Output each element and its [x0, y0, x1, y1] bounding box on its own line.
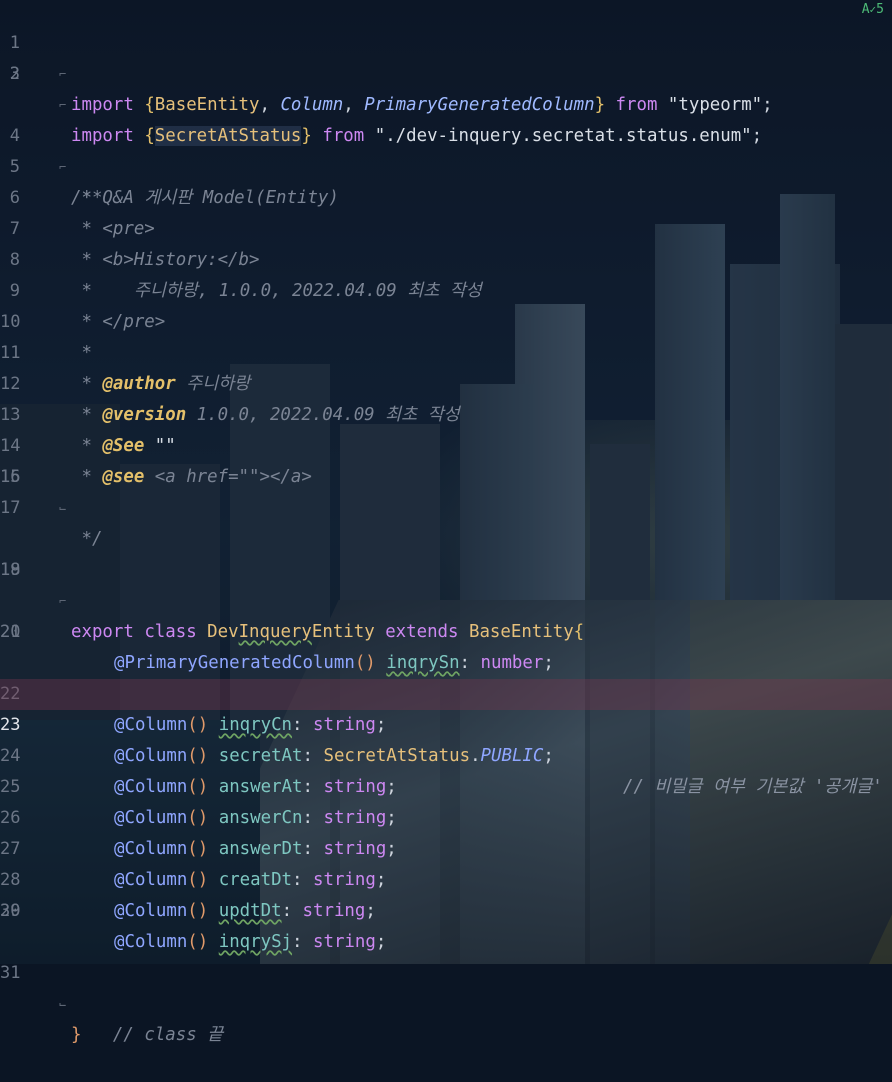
code-line-5: 5 * Q&A 게시판 Model(Entity) — [0, 121, 892, 208]
code-line-28: 28 @Column() updtDt: string; — [0, 834, 892, 921]
line-comment: // class 끝 — [112, 1025, 224, 1045]
brace: } — [71, 1025, 82, 1045]
code-line-13: 13 * @See "" — [0, 369, 892, 456]
line-number: 30 — [0, 901, 21, 921]
code-line-25: 25 @Column() answerCn: string; — [0, 741, 892, 828]
code-line-17: 17 — [0, 493, 892, 524]
fold-marker-icon[interactable]: ⌙ — [59, 989, 69, 1020]
code-line-23-current: 23 @Column() secretAt: SecretAtStatus.PU… — [0, 679, 892, 797]
code-line-20: 20 @PrimaryGeneratedColumn() inqrySn: nu… — [0, 586, 892, 673]
code-line-31: 31 ⌙ } // class 끝 — [0, 927, 892, 1045]
code-line-15: 15 ⌙ */ — [0, 431, 892, 549]
code-line-11: 11 * @author 주니하랑 — [0, 307, 892, 394]
code-line-16: 16 — [0, 462, 892, 493]
code-line-21: 21 — [0, 617, 892, 648]
code-line-30: 30 — [0, 896, 892, 927]
code-line-14: 14 * @see <a href=""></a> — [0, 400, 892, 487]
line-number: 16 — [0, 467, 21, 487]
code-line-26: 26 @Column() answerDt: string; — [0, 772, 892, 859]
line-number: 19 — [0, 560, 21, 580]
code-line-29: 29 @Column() inqrySj: string; — [0, 865, 892, 952]
spell-check-indicator[interactable]: A✓5 — [862, 2, 884, 17]
code-line-3: 3 — [0, 59, 892, 90]
code-line-24: 24 @Column() answerAt: string; — [0, 710, 892, 797]
code-line-2: 2 ⌐ import {SecretAtStatus} from "./dev-… — [0, 28, 892, 146]
code-line-19: 19 — [0, 555, 892, 586]
code-line-8: 8 * 주니하랑, 1.0.0, 2022.04.09 최초 작성 — [0, 214, 892, 301]
line-number: 31 — [0, 963, 21, 983]
code-line-22: 22 @Column() inqryCn: string; — [0, 648, 892, 735]
code-line-4: 4 ⌐ /** — [0, 90, 892, 208]
line-number: 21 — [0, 622, 21, 642]
line-number: 3 — [9, 64, 20, 84]
code-line-7: 7 * <b>History:</b> — [0, 183, 892, 270]
code-line-6: 6 * <pre> — [0, 152, 892, 239]
code-editor[interactable]: 1 ⌐ import {BaseEntity, Column, PrimaryG… — [0, 0, 892, 1045]
code-line-18: 18 ⌐ export class DevInqueryEntity exten… — [0, 524, 892, 642]
code-line-27: 27 @Column() creatDt: string; — [0, 803, 892, 890]
line-number: 17 — [0, 498, 21, 518]
code-line-9: 9 * </pre> — [0, 245, 892, 332]
code-line-1: 1 ⌐ import {BaseEntity, Column, PrimaryG… — [0, 0, 892, 115]
code-line-12: 12 * @version 1.0.0, 2022.04.09 최초 작성 — [0, 338, 892, 425]
code-line-10: 10 * — [0, 276, 892, 363]
